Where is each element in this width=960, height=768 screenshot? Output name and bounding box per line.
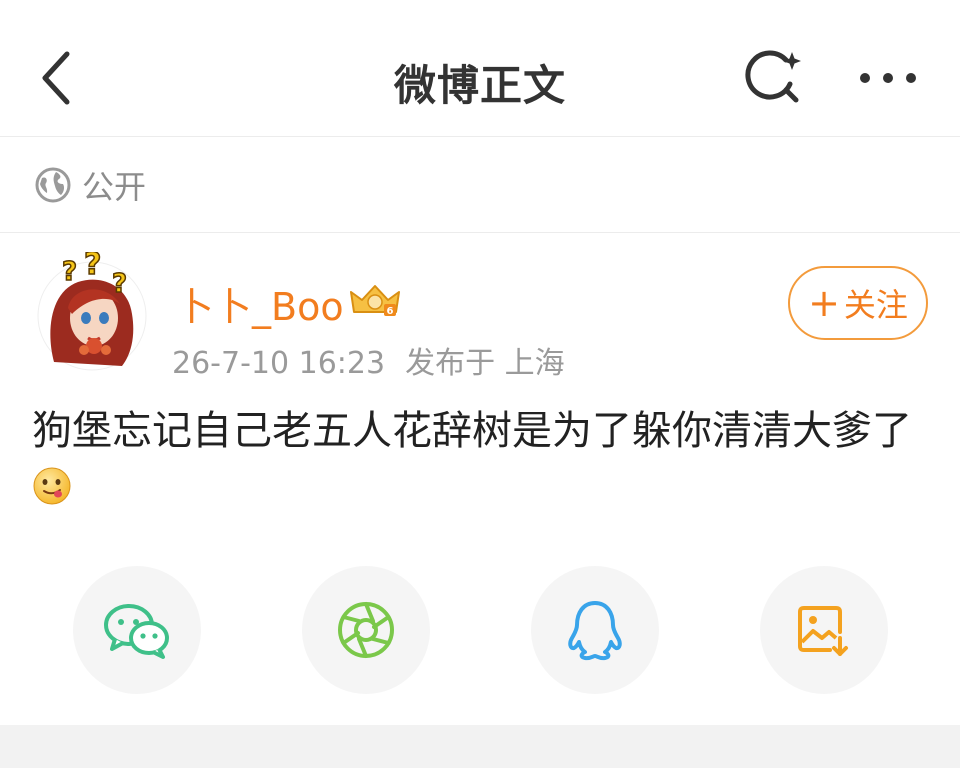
post-location: 发布于 上海 xyxy=(405,346,565,381)
qq-icon xyxy=(568,601,622,661)
search-button[interactable] xyxy=(740,44,806,110)
avatar-image: ? ? ? xyxy=(37,252,147,371)
moments-icon xyxy=(338,602,394,658)
bottom-divider-bar xyxy=(0,725,960,768)
post-text: 狗堡忘记自己老五人花辞树是为了躲你清清大爹了 xyxy=(32,408,912,454)
author-name[interactable]: 卜卜_Boo xyxy=(176,276,344,331)
vip-crown-icon: 6 xyxy=(350,285,400,317)
svg-text:?: ? xyxy=(84,252,101,282)
globe-icon xyxy=(35,167,71,203)
save-image-button[interactable] xyxy=(760,566,888,694)
follow-label: 关注 xyxy=(843,286,908,324)
tongue-out-emoji xyxy=(33,467,71,505)
more-horizontal-icon xyxy=(860,73,916,83)
share-qq-button[interactable] xyxy=(531,566,659,694)
search-sparkle-icon xyxy=(745,50,801,103)
svg-text:?: ? xyxy=(112,269,127,299)
visibility-row: 公开 xyxy=(0,138,960,233)
avatar[interactable]: ? ? ? xyxy=(36,252,147,371)
top-bar: 微博正文 xyxy=(0,0,960,137)
follow-button[interactable]: + 关注 xyxy=(788,266,928,340)
svg-text:?: ? xyxy=(62,257,77,287)
share-moments-button[interactable] xyxy=(302,566,430,694)
page-title: 微博正文 xyxy=(393,61,566,110)
visibility-label: 公开 xyxy=(82,168,147,206)
plus-icon: + xyxy=(808,281,840,325)
post-time: 26-7-10 16:23 xyxy=(172,346,386,381)
share-wechat-button[interactable] xyxy=(73,566,201,694)
wechat-icon xyxy=(104,604,169,659)
more-button[interactable] xyxy=(852,50,924,106)
post-meta: 26-7-10 16:23 发布于 上海 xyxy=(172,338,565,382)
save-image-icon xyxy=(798,606,848,656)
svg-text:6: 6 xyxy=(387,306,394,317)
